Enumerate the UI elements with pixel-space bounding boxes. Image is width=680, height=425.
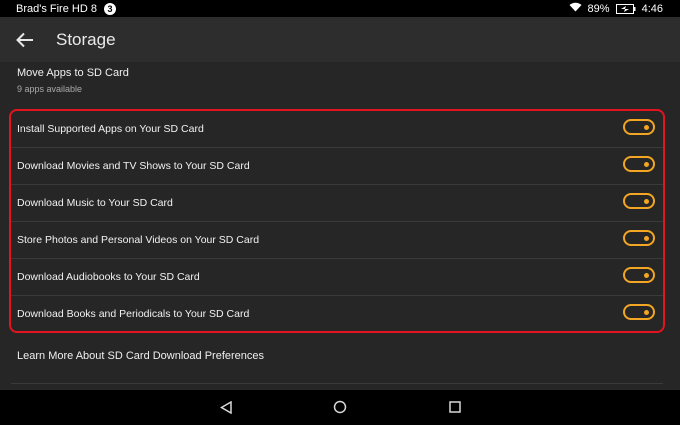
device-name: Brad's Fire HD 8 — [16, 2, 97, 15]
navigation-bar — [0, 390, 680, 425]
storage-settings-content: Move Apps to SD Card 9 apps available In… — [0, 62, 680, 390]
setting-row-books-periodicals[interactable]: Download Books and Periodicals to Your S… — [17, 295, 662, 332]
setting-label: Download Movies and TV Shows to Your SD … — [17, 159, 250, 172]
wifi-icon — [569, 2, 582, 15]
battery-percent: 89% — [587, 2, 610, 15]
toggle-knob — [644, 162, 649, 167]
back-arrow-icon[interactable] — [16, 30, 36, 50]
toggle-switch[interactable] — [623, 304, 655, 320]
app-bar: Storage — [0, 17, 680, 62]
setting-row-movies-tv[interactable]: Download Movies and TV Shows to Your SD … — [17, 147, 662, 184]
toggle-knob — [644, 199, 649, 204]
toggle-knob — [644, 310, 649, 315]
setting-label: Install Supported Apps on Your SD Card — [17, 122, 204, 135]
status-indicators: 89% 4:46 — [569, 2, 663, 15]
setting-label: Download Music to Your SD Card — [17, 196, 173, 209]
nav-recents-icon[interactable] — [447, 399, 463, 415]
toggle-knob — [644, 273, 649, 278]
clock-time: 4:46 — [641, 2, 663, 15]
setting-row-music[interactable]: Download Music to Your SD Card — [17, 184, 662, 221]
nav-back-icon[interactable] — [218, 399, 234, 415]
page-title: Storage — [56, 29, 116, 49]
notification-count-badge: 3 — [103, 2, 116, 15]
setting-row-photos-videos[interactable]: Store Photos and Personal Videos on Your… — [17, 221, 662, 258]
setting-label: Download Audiobooks to Your SD Card — [17, 270, 200, 283]
move-apps-title: Move Apps to SD Card — [17, 67, 129, 79]
setting-row-audiobooks[interactable]: Download Audiobooks to Your SD Card — [17, 258, 662, 295]
move-apps-to-sd-item[interactable]: Move Apps to SD Card 9 apps available — [17, 67, 129, 94]
toggle-switch[interactable] — [623, 156, 655, 172]
learn-more-link[interactable]: Learn More About SD Card Download Prefer… — [17, 350, 264, 362]
nav-home-icon[interactable] — [332, 399, 348, 415]
setting-label: Store Photos and Personal Videos on Your… — [17, 233, 260, 246]
move-apps-subtitle: 9 apps available — [17, 84, 83, 94]
row-divider — [11, 383, 663, 384]
toggle-switch[interactable] — [623, 119, 655, 135]
toggle-knob — [644, 236, 649, 241]
toggle-switch[interactable] — [623, 267, 655, 283]
toggle-knob — [644, 125, 649, 130]
toggle-switch[interactable] — [623, 193, 655, 209]
toggle-switch[interactable] — [623, 230, 655, 246]
status-bar: Brad's Fire HD 8 3 89% 4:46 — [0, 0, 680, 17]
setting-row-install-apps[interactable]: Install Supported Apps on Your SD Card — [17, 110, 662, 147]
battery-charging-icon — [615, 3, 636, 14]
setting-label: Download Books and Periodicals to Your S… — [17, 307, 250, 320]
